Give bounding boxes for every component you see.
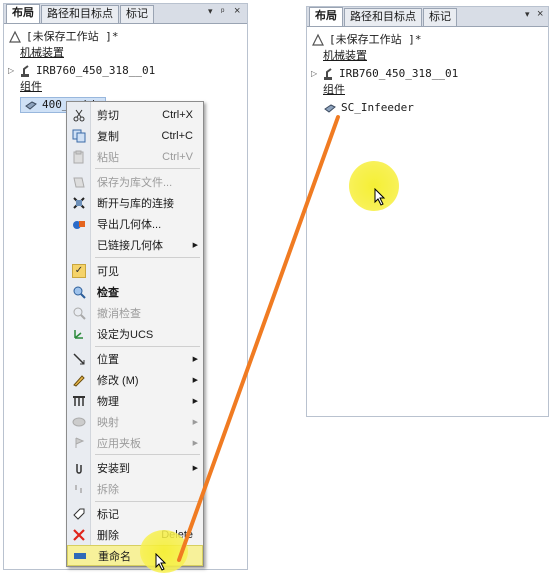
- annotation-arrow: [177, 115, 340, 562]
